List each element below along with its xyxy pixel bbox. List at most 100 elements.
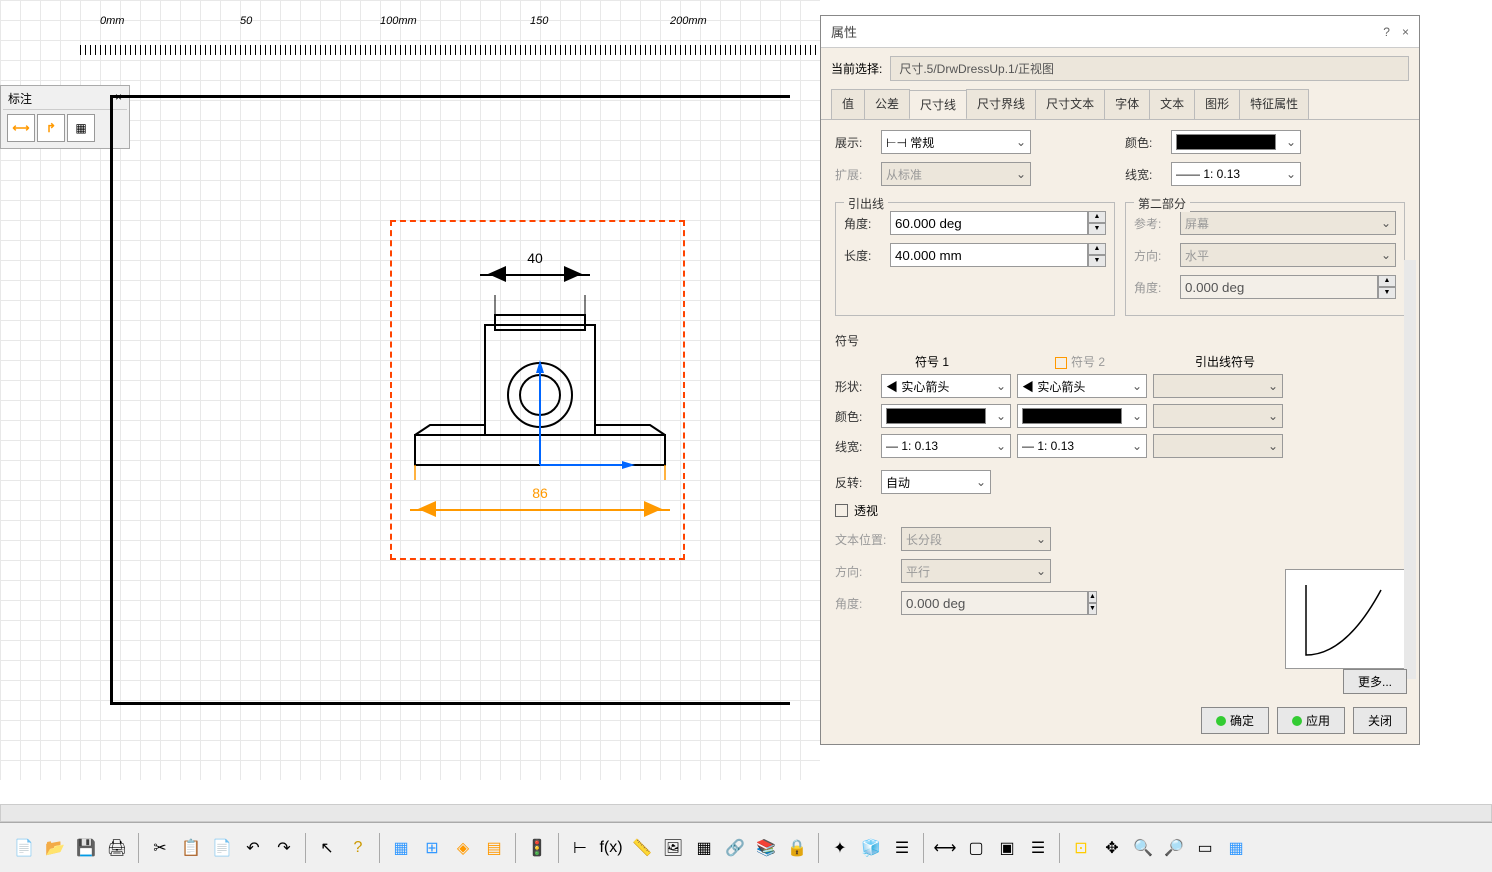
bom-icon[interactable]: ☰ xyxy=(1024,834,1052,862)
help-icon[interactable]: ? xyxy=(1383,25,1390,39)
tab-value[interactable]: 值 xyxy=(831,89,865,119)
extend-select: 从标准 ⌄ xyxy=(881,162,1031,186)
measure-icon[interactable]: 📏 xyxy=(628,834,656,862)
filter-icon[interactable]: ▤ xyxy=(480,834,508,862)
bottom-toolbar: 📄 📂 💾 🖨 ✂ 📋 📄 ↶ ↷ ↖ ? ▦ ⊞ ◈ ▤ 🚦 ⊢ f(x) 📏… xyxy=(0,822,1492,872)
part2-ref-select: 屏幕⌄ xyxy=(1180,211,1396,235)
tab-feature-props[interactable]: 特征属性 xyxy=(1239,89,1309,119)
symbol2-color-select[interactable]: ⌄ xyxy=(1017,404,1147,428)
part2-fieldset: 第二部分 参考: 屏幕⌄ 方向: 水平⌄ 角度: xyxy=(1125,202,1405,316)
dimension-40[interactable]: 40 xyxy=(480,250,590,282)
tab-graphic[interactable]: 图形 xyxy=(1194,89,1240,119)
symbol2-lw-select[interactable]: — 1: 0.13⌄ xyxy=(1017,434,1147,458)
perspective-checkbox[interactable] xyxy=(835,504,848,517)
tab-text[interactable]: 文本 xyxy=(1149,89,1195,119)
part2-ref-label: 参考: xyxy=(1134,215,1174,232)
leader-length-spinner[interactable]: ▲▼ xyxy=(890,243,1106,267)
views-icon[interactable]: ▣ xyxy=(993,834,1021,862)
current-selection-label: 当前选择: xyxy=(831,60,882,77)
undo-icon[interactable]: ↶ xyxy=(239,834,267,862)
leader-symbol-header: 引出线符号 xyxy=(1175,353,1315,370)
formula-icon[interactable]: f(x) xyxy=(597,834,625,862)
apply-button[interactable]: 应用 xyxy=(1277,707,1345,734)
ok-button[interactable]: 确定 xyxy=(1201,707,1269,734)
symbol1-header: 符号 1 xyxy=(895,353,1035,370)
image-icon[interactable]: 🖼 xyxy=(659,834,687,862)
layers-icon[interactable]: ☰ xyxy=(888,834,916,862)
axis-icon[interactable]: ⊢ xyxy=(566,834,594,862)
leader-angle-label: 角度: xyxy=(844,215,884,232)
dimension-tool-icon[interactable]: ⟷ xyxy=(7,114,35,142)
snap-icon[interactable]: ⊞ xyxy=(418,834,446,862)
save-icon[interactable]: 💾 xyxy=(72,834,100,862)
symbol1-lw-select[interactable]: — 1: 0.13⌄ xyxy=(881,434,1011,458)
property-tabs: 值 公差 尺寸线 尺寸界线 尺寸文本 字体 文本 图形 特征属性 xyxy=(821,89,1419,119)
tab-dimension-line[interactable]: 尺寸线 xyxy=(909,90,967,120)
table-tool-icon[interactable]: ▦ xyxy=(67,114,95,142)
sym-lw-label: 线宽: xyxy=(835,438,875,455)
horizontal-scrollbar[interactable] xyxy=(0,804,1492,822)
close-icon[interactable]: × xyxy=(1402,25,1409,39)
part2-dir-label: 方向: xyxy=(1134,247,1174,264)
leader-angle-spinner[interactable]: ▲▼ xyxy=(890,211,1106,235)
fit-icon[interactable]: ⊡ xyxy=(1067,834,1095,862)
lock-icon[interactable]: 🔒 xyxy=(783,834,811,862)
table-icon[interactable]: ▦ xyxy=(690,834,718,862)
tab-extension-line[interactable]: 尺寸界线 xyxy=(966,89,1036,119)
part2-dir-select: 水平⌄ xyxy=(1180,243,1396,267)
perspective-label: 透视 xyxy=(854,502,878,519)
current-selection-field[interactable]: 尺寸.5/DrwDressUp.1/正视图 xyxy=(890,56,1409,81)
more-button[interactable]: 更多... xyxy=(1343,669,1407,694)
help-icon[interactable]: ? xyxy=(344,834,372,862)
preview-box xyxy=(1285,569,1405,669)
link-icon[interactable]: 🔗 xyxy=(721,834,749,862)
display-label: 展示: xyxy=(835,134,875,151)
close-button[interactable]: 关闭 xyxy=(1353,707,1407,734)
color-select[interactable]: ⌄ xyxy=(1171,130,1301,154)
reverse-select[interactable]: 自动⌄ xyxy=(881,470,991,494)
paste-icon[interactable]: 📄 xyxy=(208,834,236,862)
dim-tool-icon[interactable]: ⟷ xyxy=(931,834,959,862)
print-icon[interactable]: 🖨 xyxy=(103,834,131,862)
dimension-86[interactable]: 86 xyxy=(410,485,670,517)
leader-fieldset: 引出线 角度: ▲▼ 长度: ▲▼ xyxy=(835,202,1115,316)
symbol1-color-select[interactable]: ⌄ xyxy=(881,404,1011,428)
text-pos-select: 长分段⌄ xyxy=(901,527,1051,551)
zoom-in-icon[interactable]: 🔍 xyxy=(1129,834,1157,862)
catalog-icon[interactable]: 📚 xyxy=(752,834,780,862)
open-icon[interactable]: 📂 xyxy=(41,834,69,862)
view3d-icon[interactable]: 🧊 xyxy=(857,834,885,862)
reverse-label: 反转: xyxy=(835,474,875,491)
tab-font[interactable]: 字体 xyxy=(1104,89,1150,119)
tab-dimension-text[interactable]: 尺寸文本 xyxy=(1035,89,1105,119)
panel-scrollbar[interactable] xyxy=(1404,260,1416,679)
sheet-icon[interactable]: ▢ xyxy=(962,834,990,862)
horizontal-ruler: 0mm 50 100mm 150 200mm xyxy=(80,15,820,40)
multi-view-icon[interactable]: ▦ xyxy=(1222,834,1250,862)
linewidth-label: 线宽: xyxy=(1125,166,1165,183)
dimension-chain-tool-icon[interactable]: ↱ xyxy=(37,114,65,142)
normal-view-icon[interactable]: ▭ xyxy=(1191,834,1219,862)
cut-icon[interactable]: ✂ xyxy=(146,834,174,862)
color-swatch xyxy=(1176,134,1276,150)
grid-icon[interactable]: ▦ xyxy=(387,834,415,862)
sym-color-label: 颜色: xyxy=(835,408,875,425)
part2-angle-label: 角度: xyxy=(1134,279,1174,296)
linewidth-select[interactable]: —— 1: 0.13 ⌄ xyxy=(1171,162,1301,186)
display-select[interactable]: ⊢⊣ 常规 ⌄ xyxy=(881,130,1031,154)
copy-icon[interactable]: 📋 xyxy=(177,834,205,862)
symbol1-shape-select[interactable]: ◀ 实心箭头⌄ xyxy=(881,374,1011,398)
chevron-down-icon: ⌄ xyxy=(1286,167,1296,181)
analysis-icon[interactable]: ◈ xyxy=(449,834,477,862)
select-icon[interactable]: ↖ xyxy=(313,834,341,862)
center-icon[interactable]: ✦ xyxy=(826,834,854,862)
extend-label: 扩展: xyxy=(835,166,875,183)
zoom-out-icon[interactable]: 🔎 xyxy=(1160,834,1188,862)
traffic-icon[interactable]: 🚦 xyxy=(523,834,551,862)
symbol2-shape-select[interactable]: ◀ 实心箭头⌄ xyxy=(1017,374,1147,398)
pan-icon[interactable]: ✥ xyxy=(1098,834,1126,862)
chevron-down-icon: ⌄ xyxy=(1016,135,1026,149)
tab-tolerance[interactable]: 公差 xyxy=(864,89,910,119)
redo-icon[interactable]: ↷ xyxy=(270,834,298,862)
new-icon[interactable]: 📄 xyxy=(10,834,38,862)
